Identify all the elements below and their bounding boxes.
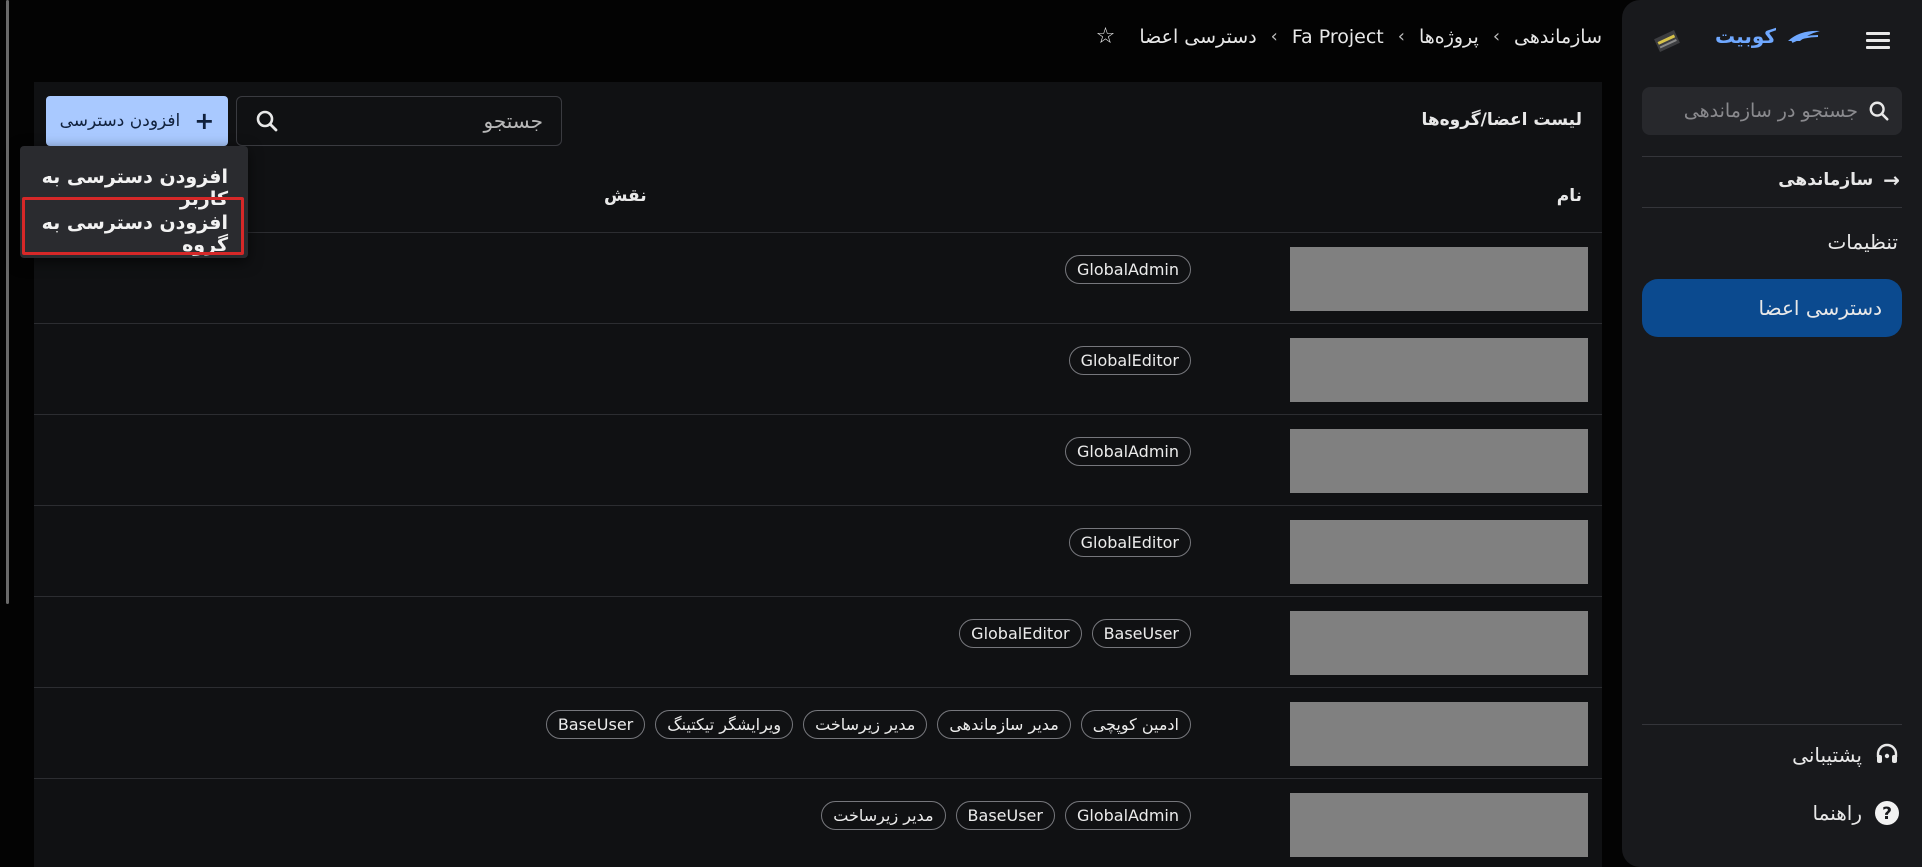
table-row[interactable]: GlobalEditor — [34, 505, 1602, 596]
member-name-redacted — [1290, 702, 1588, 766]
sidebar-item-support[interactable]: پشتیبانی — [1792, 742, 1900, 768]
divider — [1642, 724, 1902, 725]
role-chip: مدیر زیرساخت — [821, 801, 946, 830]
role-chip: BaseUser — [955, 801, 1055, 830]
sidebar-active-label: دسترسی اعضا — [1758, 296, 1882, 320]
sidebar-item-member-access[interactable]: دسترسی اعضا — [1642, 279, 1902, 337]
members-panel: لیست اعضا/گروه‌ها جستجو + افزودن دسترسی … — [34, 82, 1602, 867]
member-name-redacted — [1290, 338, 1588, 402]
highlight-box — [22, 197, 244, 255]
role-chips: GlobalAdmin — [1064, 437, 1191, 466]
role-chip: BaseUser — [1091, 619, 1191, 648]
breadcrumb: سازماندهی ‹ پروژه‌ها ‹ Fa Project ‹ دستر… — [1096, 24, 1602, 49]
left-scrollbar[interactable] — [6, 0, 9, 604]
role-chips: ادمین کوپچی مدیر سازماندهی مدیر زیرساخت ویر… — [545, 710, 1191, 739]
headset-icon — [1876, 743, 1898, 763]
column-header-role: نقش — [604, 186, 647, 206]
table-row[interactable]: GlobalAdmin BaseUser مدیر زیرساخت — [34, 778, 1602, 867]
divider — [1642, 156, 1902, 157]
role-chip: ویرایشگر تیکتینگ — [655, 710, 794, 739]
chevron-left-icon: ‹ — [1492, 26, 1501, 47]
role-chip: GlobalEditor — [959, 619, 1082, 648]
search-icon — [1869, 101, 1889, 121]
avatar[interactable] — [1650, 24, 1684, 58]
member-name-redacted — [1290, 429, 1588, 493]
role-chip: GlobalAdmin — [1064, 255, 1191, 284]
sidebar-item-org[interactable]: → سازماندهی — [1778, 168, 1900, 192]
brand-name: کوبیت — [1714, 24, 1776, 48]
sidebar-item-help[interactable]: ? راهنما — [1813, 800, 1900, 826]
sidebar: کوبیت جستجو در سازماندهی → سازماندهی تنظ… — [1622, 0, 1922, 867]
sidebar-org-label: سازماندهی — [1778, 170, 1874, 190]
search-icon — [256, 110, 278, 132]
member-name-redacted — [1290, 520, 1588, 584]
role-chip: GlobalEditor — [1068, 528, 1191, 557]
role-chips: GlobalEditor — [1068, 528, 1191, 557]
divider — [1642, 207, 1902, 208]
chevron-left-icon: ‹ — [1270, 26, 1278, 47]
search-placeholder: جستجو — [483, 109, 543, 133]
role-chips: BaseUser GlobalEditor — [959, 619, 1191, 648]
member-name-redacted — [1290, 611, 1588, 675]
member-name-redacted — [1290, 247, 1588, 311]
page-title: لیست اعضا/گروه‌ها — [1421, 110, 1582, 130]
table-row[interactable]: GlobalAdmin — [34, 414, 1602, 505]
plus-icon: + — [194, 107, 215, 135]
role-chip: GlobalAdmin — [1064, 437, 1191, 466]
role-chip: ادمین کوپچی — [1080, 710, 1191, 739]
add-access-button[interactable]: + افزودن دسترسی — [46, 96, 228, 146]
sidebar-search-input[interactable]: جستجو در سازماندهی — [1642, 87, 1902, 135]
member-name-redacted — [1290, 793, 1588, 857]
sidebar-item-settings[interactable]: تنظیمات — [1827, 230, 1898, 254]
sidebar-search-placeholder: جستجو در سازماندهی — [1683, 100, 1858, 122]
chevron-left-icon: ‹ — [1397, 26, 1405, 47]
breadcrumb-projects[interactable]: پروژه‌ها — [1419, 26, 1479, 48]
sidebar-help-label: راهنما — [1812, 801, 1862, 825]
search-input[interactable]: جستجو — [236, 96, 562, 146]
star-icon[interactable]: ☆ — [1096, 24, 1116, 49]
add-access-menu: افزودن دسترسی به کاربر افزودن دسترسی به … — [20, 146, 248, 258]
brand-logo[interactable]: کوبیت — [1715, 24, 1822, 48]
table-row[interactable]: ادمین کوپچی مدیر سازماندهی مدیر زیرساخت ویر… — [34, 687, 1602, 778]
role-chip: GlobalEditor — [1068, 346, 1191, 375]
hamburger-menu-icon[interactable] — [1866, 28, 1890, 52]
role-chip: GlobalAdmin — [1064, 801, 1191, 830]
table-row[interactable]: BaseUser GlobalEditor — [34, 596, 1602, 687]
svg-text:?: ? — [1882, 804, 1892, 824]
column-header-name: نام — [1556, 186, 1582, 206]
members-table: GlobalAdmin GlobalEditor GlobalAdmin Global… — [34, 232, 1602, 867]
role-chips: GlobalEditor — [1068, 346, 1191, 375]
role-chips: GlobalAdmin — [1064, 255, 1191, 284]
breadcrumb-current: دسترسی اعضا — [1139, 25, 1257, 48]
breadcrumb-org[interactable]: سازماندهی — [1514, 26, 1602, 48]
brand-wave-icon — [1788, 30, 1820, 43]
role-chips: GlobalAdmin BaseUser مدیر زیرساخت — [821, 801, 1191, 830]
role-chip: مدیر سازماندهی — [937, 710, 1071, 739]
sidebar-support-label: پشتیبانی — [1792, 743, 1862, 767]
breadcrumb-project[interactable]: Fa Project — [1292, 26, 1384, 48]
role-chip: مدیر زیرساخت — [803, 710, 928, 739]
role-chip: BaseUser — [545, 710, 646, 739]
table-row[interactable]: GlobalAdmin — [34, 232, 1602, 323]
table-row[interactable]: GlobalEditor — [34, 323, 1602, 414]
add-access-label: افزودن دسترسی — [59, 111, 181, 131]
help-icon: ? — [1875, 801, 1899, 825]
arrow-right-icon: → — [1883, 168, 1900, 192]
